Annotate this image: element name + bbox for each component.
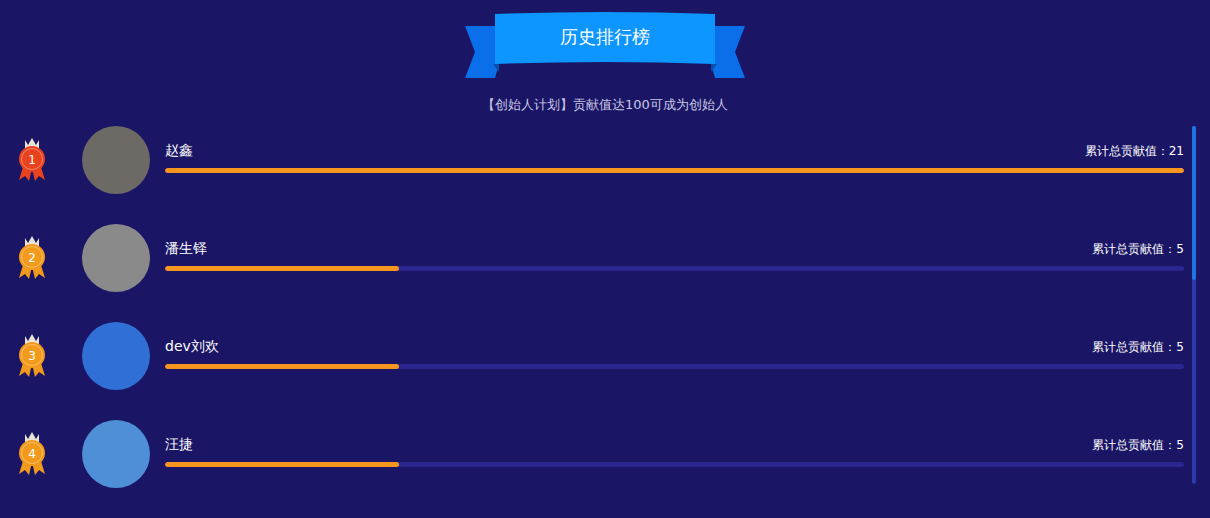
progress-bar [165,266,1184,271]
user-name[interactable]: 潘生铎 [165,240,207,258]
progress-bar [165,168,1184,173]
svg-text:2: 2 [28,251,36,265]
progress-fill [165,462,399,467]
header: 历史排行榜【创始人计划】贡献值达100可成为创始人 [0,0,1210,114]
medal-icon: 3 [15,330,49,380]
svg-text:1: 1 [28,153,36,167]
svg-text:4: 4 [28,447,36,461]
progress-fill [165,168,1184,173]
contribution-value: 累计总贡献值：21 [1085,143,1184,160]
title-ribbon: 历史排行榜 [465,12,745,78]
ranking-list: 1赵鑫累计总贡献值：212潘生铎累计总贡献值：53dev刘欢累计总贡献值：54汪… [0,126,1210,486]
medal-icon: 2 [15,232,49,282]
svg-text:3: 3 [28,349,36,363]
avatar[interactable] [82,420,150,488]
progress-bar [165,364,1184,369]
scrollbar-thumb[interactable] [1192,126,1196,280]
medal-icon: 4 [15,428,49,478]
progress-fill [165,364,399,369]
avatar[interactable] [82,224,150,292]
avatar[interactable] [82,126,150,194]
ranking-row: 4 汪捷 累计总贡献值：5 [0,420,1184,488]
contribution-value: 累计总贡献值：5 [1092,437,1184,454]
subtitle: 【创始人计划】贡献值达100可成为创始人 [482,96,728,114]
ranking-row: 3 dev刘欢 累计总贡献值：5 [0,322,1184,390]
contribution-value: 累计总贡献值：5 [1092,241,1184,258]
user-name[interactable]: dev刘欢 [165,338,219,356]
user-name[interactable]: 汪捷 [165,436,193,454]
progress-bar [165,462,1184,467]
medal-icon: 1 [15,134,49,184]
progress-fill [165,266,399,271]
user-name[interactable]: 赵鑫 [165,142,193,160]
ranking-row: 2 潘生铎 累计总贡献值：5 [0,224,1184,292]
leaderboard-page: 历史排行榜【创始人计划】贡献值达100可成为创始人 1 赵鑫 累计总贡献值：21 2 潘生… [0,0,1210,518]
avatar[interactable] [82,322,150,390]
ranking-row: 1 赵鑫 累计总贡献值：21 [0,126,1184,194]
scrollbar[interactable] [1192,126,1196,484]
contribution-value: 累计总贡献值：5 [1092,339,1184,356]
title: 历史排行榜 [495,12,715,62]
